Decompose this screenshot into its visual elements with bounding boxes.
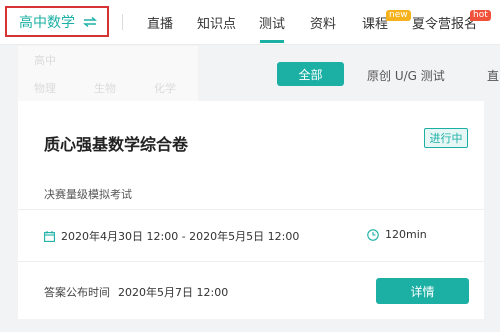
ghost-item: 高中 bbox=[34, 54, 56, 67]
nav-test[interactable]: 测试 bbox=[259, 13, 285, 32]
exam-time-range: 2020年4月30日 12:00 - 2020年5月5日 12:00 bbox=[44, 228, 299, 244]
status-badge: 进行中 bbox=[424, 128, 468, 148]
hot-badge: hot bbox=[470, 10, 491, 21]
top-nav: 高中数学 直播 知识点 测试 资料 课程 new 夏令营报名 hot bbox=[0, 0, 500, 45]
nav-materials[interactable]: 资料 bbox=[310, 13, 336, 32]
new-badge: new bbox=[386, 10, 411, 21]
filter-original-tests[interactable]: 原创 U/G 测试 bbox=[367, 67, 445, 84]
exam-subtitle: 决赛量级模拟考试 bbox=[44, 188, 132, 201]
divider bbox=[18, 209, 484, 210]
nav-live[interactable]: 直播 bbox=[147, 13, 173, 32]
answer-release: 答案公布时间 2020年5月7日 12:00 bbox=[44, 284, 228, 300]
clock-icon bbox=[367, 228, 379, 241]
swap-icon bbox=[83, 16, 97, 27]
exam-duration: 120min bbox=[367, 228, 427, 241]
answer-release-date: 2020年5月7日 12:00 bbox=[118, 286, 229, 299]
duration-text: 120min bbox=[385, 228, 427, 241]
active-tab-indicator bbox=[260, 40, 284, 43]
exam-title: 质心强基数学综合卷 bbox=[44, 135, 189, 154]
filter-all-button[interactable]: 全部 bbox=[277, 62, 344, 86]
nav-divider bbox=[122, 14, 123, 30]
divider bbox=[18, 261, 484, 262]
answer-release-label: 答案公布时间 bbox=[44, 286, 110, 299]
subject-switcher-button[interactable]: 高中数学 bbox=[5, 6, 109, 37]
nav-courses[interactable]: 课程 bbox=[362, 13, 388, 32]
nav-summer-camp[interactable]: 夏令营报名 bbox=[412, 13, 477, 32]
calendar-icon bbox=[44, 230, 55, 242]
ghost-item: 生物 bbox=[94, 82, 116, 95]
subject-label: 高中数学 bbox=[19, 14, 75, 31]
exam-card: 质心强基数学综合卷 进行中 决赛量级模拟考试 2020年4月30日 12:00 … bbox=[18, 101, 484, 319]
ghost-item: 化学 bbox=[154, 82, 176, 95]
time-range-text: 2020年4月30日 12:00 - 2020年5月5日 12:00 bbox=[61, 230, 300, 243]
ghost-item: 物理 bbox=[34, 82, 56, 95]
nav-knowledge[interactable]: 知识点 bbox=[197, 13, 236, 32]
filter-more[interactable]: 直 bbox=[487, 67, 499, 84]
details-button[interactable]: 详情 bbox=[376, 278, 469, 304]
